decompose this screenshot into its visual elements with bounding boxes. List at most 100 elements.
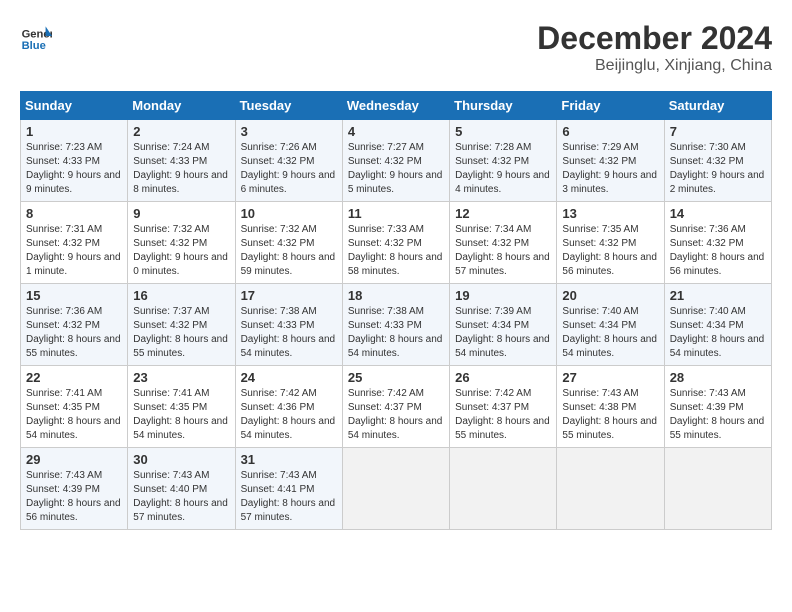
calendar-day: 13Sunrise: 7:35 AMSunset: 4:32 PMDayligh…: [557, 202, 664, 284]
calendar-day: 25Sunrise: 7:42 AMSunset: 4:37 PMDayligh…: [342, 366, 449, 448]
day-info: Sunrise: 7:23 AMSunset: 4:33 PMDaylight:…: [26, 141, 122, 197]
day-info: Sunrise: 7:38 AMSunset: 4:33 PMDaylight:…: [241, 305, 337, 361]
day-number: 15: [26, 288, 122, 303]
day-info: Sunrise: 7:41 AMSunset: 4:35 PMDaylight:…: [26, 387, 122, 443]
weekday-header-friday: Friday: [557, 92, 664, 120]
calendar-day: 4Sunrise: 7:27 AMSunset: 4:32 PMDaylight…: [342, 120, 449, 202]
calendar-day: 1 Sunrise: 7:23 AMSunset: 4:33 PMDaylight…: [21, 120, 128, 202]
day-number: 11: [348, 206, 444, 221]
calendar-day: 18 Sunrise: 7:38 AMSunset: 4:33 PMDayligh…: [342, 284, 449, 366]
title-block: December 2024 Beijinglu, Xinjiang, China: [537, 20, 772, 75]
calendar-day: 29 Sunrise: 7:43 AMSunset: 4:39 PMDayligh…: [21, 448, 128, 530]
calendar-day: 22 Sunrise: 7:41 AMSunset: 4:35 PMDayligh…: [21, 366, 128, 448]
month-title: December 2024: [537, 20, 772, 57]
day-number: 7: [670, 124, 766, 139]
day-info: Sunrise: 7:43 AMSunset: 4:40 PMDaylight:…: [133, 469, 229, 525]
day-info: Sunrise: 7:42 AMSunset: 4:37 PMDaylight:…: [348, 387, 444, 443]
day-number: 1: [26, 124, 122, 139]
day-info: Sunrise: 7:43 AMSunset: 4:39 PMDaylight:…: [26, 469, 122, 525]
day-info: Sunrise: 7:38 AMSunset: 4:33 PMDaylight:…: [348, 305, 444, 361]
day-info: Sunrise: 7:32 AMSunset: 4:32 PMDaylight:…: [133, 223, 229, 279]
calendar-week-5: 29 Sunrise: 7:43 AMSunset: 4:39 PMDayligh…: [21, 448, 772, 530]
day-info: Sunrise: 7:28 AMSunset: 4:32 PMDaylight:…: [455, 141, 551, 197]
weekday-header-saturday: Saturday: [664, 92, 771, 120]
day-number: 3: [241, 124, 337, 139]
calendar-day: 26Sunrise: 7:42 AMSunset: 4:37 PMDayligh…: [450, 366, 557, 448]
day-number: 18: [348, 288, 444, 303]
weekday-header-wednesday: Wednesday: [342, 92, 449, 120]
day-number: 5: [455, 124, 551, 139]
calendar-day: 8Sunrise: 7:31 AMSunset: 4:32 PMDaylight…: [21, 202, 128, 284]
day-number: 30: [133, 452, 229, 467]
weekday-header-tuesday: Tuesday: [235, 92, 342, 120]
calendar-day: 24Sunrise: 7:42 AMSunset: 4:36 PMDayligh…: [235, 366, 342, 448]
svg-text:Blue: Blue: [22, 40, 46, 52]
day-number: 6: [562, 124, 658, 139]
calendar-day: 7 Sunrise: 7:30 AMSunset: 4:32 PMDaylight…: [664, 120, 771, 202]
day-info: Sunrise: 7:36 AMSunset: 4:32 PMDaylight:…: [26, 305, 122, 361]
calendar-day: 2 Sunrise: 7:24 AMSunset: 4:33 PMDaylight…: [128, 120, 235, 202]
day-number: 10: [241, 206, 337, 221]
calendar-day: 6Sunrise: 7:29 AMSunset: 4:32 PMDaylight…: [557, 120, 664, 202]
calendar-table: SundayMondayTuesdayWednesdayThursdayFrid…: [20, 91, 772, 530]
calendar-day: 21 Sunrise: 7:40 AMSunset: 4:34 PMDayligh…: [664, 284, 771, 366]
day-info: Sunrise: 7:36 AMSunset: 4:32 PMDaylight:…: [670, 223, 766, 279]
calendar-day: 10 Sunrise: 7:32 AMSunset: 4:32 PMDayligh…: [235, 202, 342, 284]
day-info: Sunrise: 7:35 AMSunset: 4:32 PMDaylight:…: [562, 223, 658, 279]
day-number: 9: [133, 206, 229, 221]
calendar-day: 11 Sunrise: 7:33 AMSunset: 4:32 PMDayligh…: [342, 202, 449, 284]
day-number: 17: [241, 288, 337, 303]
day-info: Sunrise: 7:34 AMSunset: 4:32 PMDaylight:…: [455, 223, 551, 279]
weekday-header-row: SundayMondayTuesdayWednesdayThursdayFrid…: [21, 92, 772, 120]
day-number: 19: [455, 288, 551, 303]
day-number: 23: [133, 370, 229, 385]
day-number: 27: [562, 370, 658, 385]
calendar-day: 17 Sunrise: 7:38 AMSunset: 4:33 PMDayligh…: [235, 284, 342, 366]
day-number: 16: [133, 288, 229, 303]
calendar-day: 30 Sunrise: 7:43 AMSunset: 4:40 PMDayligh…: [128, 448, 235, 530]
day-info: Sunrise: 7:40 AMSunset: 4:34 PMDaylight:…: [670, 305, 766, 361]
day-number: 29: [26, 452, 122, 467]
day-info: Sunrise: 7:30 AMSunset: 4:32 PMDaylight:…: [670, 141, 766, 197]
day-info: Sunrise: 7:39 AMSunset: 4:34 PMDaylight:…: [455, 305, 551, 361]
calendar-day: 3Sunrise: 7:26 AMSunset: 4:32 PMDaylight…: [235, 120, 342, 202]
day-info: Sunrise: 7:43 AMSunset: 4:38 PMDaylight:…: [562, 387, 658, 443]
calendar-week-2: 8Sunrise: 7:31 AMSunset: 4:32 PMDaylight…: [21, 202, 772, 284]
day-number: 31: [241, 452, 337, 467]
weekday-header-thursday: Thursday: [450, 92, 557, 120]
day-info: Sunrise: 7:24 AMSunset: 4:33 PMDaylight:…: [133, 141, 229, 197]
calendar-day: [664, 448, 771, 530]
day-info: Sunrise: 7:40 AMSunset: 4:34 PMDaylight:…: [562, 305, 658, 361]
calendar-day: 28 Sunrise: 7:43 AMSunset: 4:39 PMDayligh…: [664, 366, 771, 448]
day-number: 21: [670, 288, 766, 303]
day-number: 12: [455, 206, 551, 221]
calendar-day: 19 Sunrise: 7:39 AMSunset: 4:34 PMDayligh…: [450, 284, 557, 366]
calendar-day: 20 Sunrise: 7:40 AMSunset: 4:34 PMDayligh…: [557, 284, 664, 366]
day-info: Sunrise: 7:42 AMSunset: 4:36 PMDaylight:…: [241, 387, 337, 443]
day-number: 22: [26, 370, 122, 385]
logo-icon: General Blue: [20, 20, 52, 52]
day-info: Sunrise: 7:33 AMSunset: 4:32 PMDaylight:…: [348, 223, 444, 279]
weekday-header-sunday: Sunday: [21, 92, 128, 120]
day-number: 20: [562, 288, 658, 303]
calendar-day: 15 Sunrise: 7:36 AMSunset: 4:32 PMDayligh…: [21, 284, 128, 366]
calendar-day: 31 Sunrise: 7:43 AMSunset: 4:41 PMDayligh…: [235, 448, 342, 530]
day-number: 28: [670, 370, 766, 385]
calendar-week-1: 1 Sunrise: 7:23 AMSunset: 4:33 PMDaylight…: [21, 120, 772, 202]
calendar-day: 5 Sunrise: 7:28 AMSunset: 4:32 PMDaylight…: [450, 120, 557, 202]
weekday-header-monday: Monday: [128, 92, 235, 120]
calendar-day: 12 Sunrise: 7:34 AMSunset: 4:32 PMDayligh…: [450, 202, 557, 284]
day-info: Sunrise: 7:43 AMSunset: 4:39 PMDaylight:…: [670, 387, 766, 443]
day-info: Sunrise: 7:41 AMSunset: 4:35 PMDaylight:…: [133, 387, 229, 443]
page-header: General Blue December 2024 Beijinglu, Xi…: [20, 20, 772, 75]
day-number: 8: [26, 206, 122, 221]
day-number: 2: [133, 124, 229, 139]
calendar-day: 16Sunrise: 7:37 AMSunset: 4:32 PMDayligh…: [128, 284, 235, 366]
calendar-day: 23 Sunrise: 7:41 AMSunset: 4:35 PMDayligh…: [128, 366, 235, 448]
day-number: 4: [348, 124, 444, 139]
calendar-day: 27 Sunrise: 7:43 AMSunset: 4:38 PMDayligh…: [557, 366, 664, 448]
day-number: 14: [670, 206, 766, 221]
day-info: Sunrise: 7:43 AMSunset: 4:41 PMDaylight:…: [241, 469, 337, 525]
day-info: Sunrise: 7:32 AMSunset: 4:32 PMDaylight:…: [241, 223, 337, 279]
calendar-day: 14 Sunrise: 7:36 AMSunset: 4:32 PMDayligh…: [664, 202, 771, 284]
